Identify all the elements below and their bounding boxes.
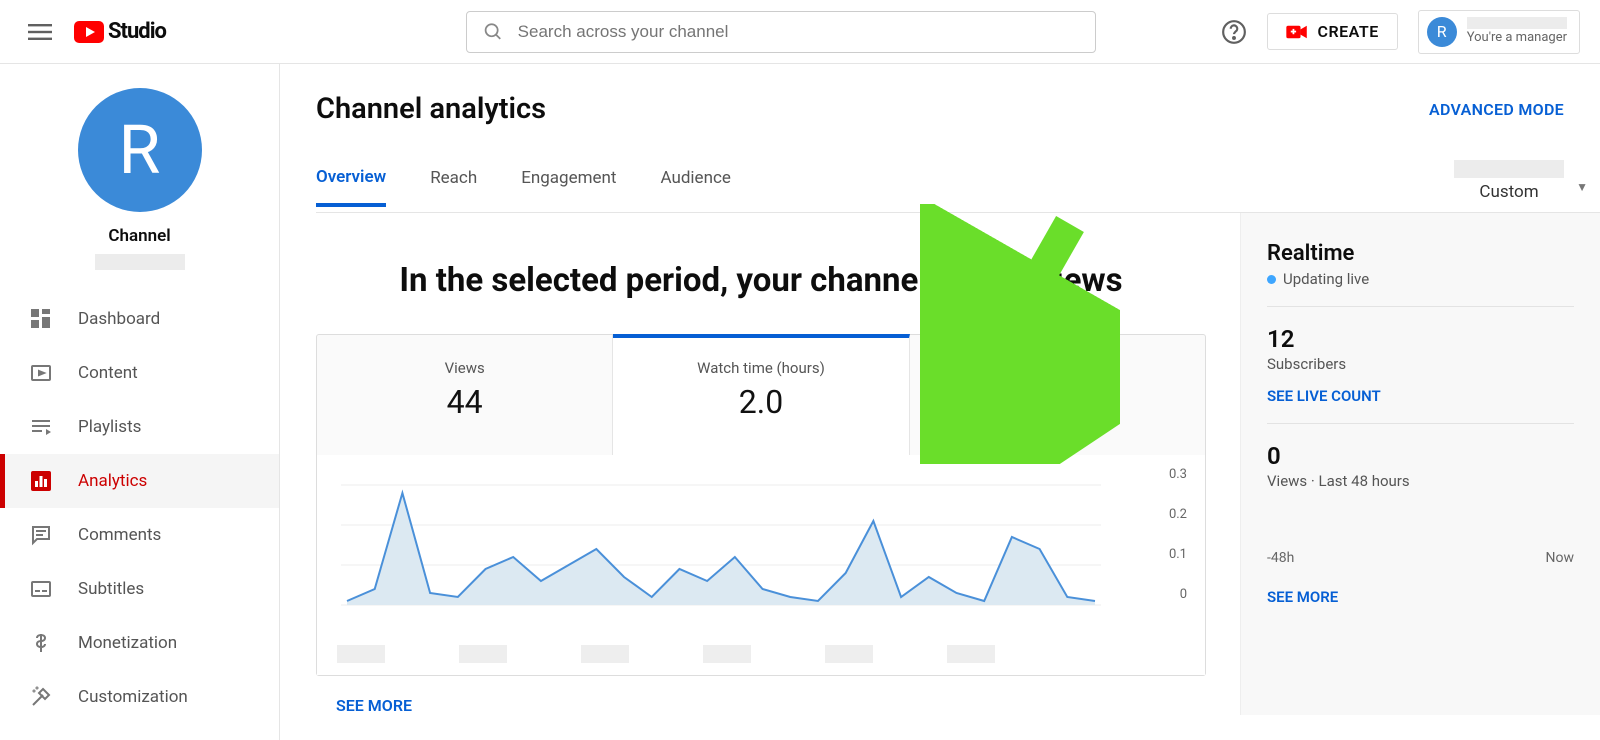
tab-audience[interactable]: Audience bbox=[660, 168, 730, 204]
metric-label: Watch time (hours) bbox=[613, 359, 908, 377]
sidebar-item-label: Analytics bbox=[78, 471, 147, 491]
youtube-icon bbox=[74, 21, 104, 43]
search-input[interactable] bbox=[518, 22, 1079, 42]
chevron-down-icon: ▼ bbox=[1576, 180, 1588, 194]
playlists-icon bbox=[28, 414, 54, 440]
sidebar-item-customization[interactable]: Customization bbox=[0, 670, 279, 724]
help-icon bbox=[1221, 19, 1247, 45]
search-icon bbox=[483, 21, 504, 43]
line-chart bbox=[341, 475, 1101, 635]
y-tick: 0.3 bbox=[1169, 467, 1187, 482]
y-tick: 0.1 bbox=[1169, 547, 1187, 562]
see-more-link[interactable]: SEE MORE bbox=[336, 696, 412, 715]
realtime-status: Updating live bbox=[1267, 270, 1574, 288]
chart-area: 0.3 0.2 0.1 0 bbox=[317, 455, 1205, 675]
subtitles-icon bbox=[28, 576, 54, 602]
studio-logo[interactable]: Studio bbox=[74, 19, 166, 44]
metric-tab-subscribers[interactable]: Subscribers +1 bbox=[910, 335, 1205, 455]
metric-value: +1 bbox=[910, 383, 1205, 421]
sidebar-item-label: Customization bbox=[78, 687, 188, 707]
sidebar-item-label: Content bbox=[78, 363, 138, 383]
sidebar-item-label: Subtitles bbox=[78, 579, 144, 599]
sidebar-item-label: Comments bbox=[78, 525, 161, 545]
create-button[interactable]: CREATE bbox=[1267, 13, 1398, 50]
metric-tab-watch-time[interactable]: Watch time (hours) 2.0 bbox=[613, 334, 909, 455]
channel-heading: Channel bbox=[0, 226, 279, 246]
headline-text: In the selected period, your channel got… bbox=[316, 261, 1206, 300]
date-range-label: Custom bbox=[1479, 182, 1538, 202]
sidebar-item-comments[interactable]: Comments bbox=[0, 508, 279, 562]
dashboard-icon bbox=[28, 306, 54, 332]
content-icon bbox=[28, 360, 54, 386]
sidebar-item-label: Dashboard bbox=[78, 309, 160, 329]
metrics-card: Views 44 Watch time (hours) 2.0 Subscrib… bbox=[316, 334, 1206, 676]
brand-text: Studio bbox=[108, 19, 166, 44]
comments-icon bbox=[28, 522, 54, 548]
user-account-box[interactable]: R You're a manager bbox=[1418, 10, 1580, 54]
metric-value: 44 bbox=[317, 383, 612, 421]
realtime-range-start: -48h bbox=[1267, 550, 1294, 566]
realtime-subscribers-count: 12 bbox=[1267, 325, 1574, 353]
sidebar-item-label: Playlists bbox=[78, 417, 141, 437]
metric-tab-views[interactable]: Views 44 bbox=[317, 335, 613, 455]
date-range-selector[interactable]: Custom ▼ bbox=[1454, 160, 1564, 212]
sidebar-item-monetization[interactable]: Monetization bbox=[0, 616, 279, 670]
realtime-title: Realtime bbox=[1267, 241, 1574, 266]
customization-icon bbox=[28, 684, 54, 710]
realtime-subscribers-label: Subscribers bbox=[1267, 355, 1574, 373]
y-tick: 0 bbox=[1180, 587, 1187, 602]
sidebar-item-subtitles[interactable]: Subtitles bbox=[0, 562, 279, 616]
channel-name-redacted bbox=[95, 254, 185, 270]
tab-reach[interactable]: Reach bbox=[430, 168, 477, 204]
realtime-views-count: 0 bbox=[1267, 442, 1574, 470]
date-range-redacted bbox=[1454, 160, 1564, 178]
channel-avatar[interactable]: R bbox=[78, 88, 202, 212]
sidebar-item-content[interactable]: Content bbox=[0, 346, 279, 400]
create-label: CREATE bbox=[1318, 22, 1379, 41]
help-button[interactable] bbox=[1221, 19, 1247, 45]
x-tick-redacted bbox=[703, 645, 751, 663]
sidebar-item-playlists[interactable]: Playlists bbox=[0, 400, 279, 454]
see-live-count-link[interactable]: SEE LIVE COUNT bbox=[1267, 387, 1381, 405]
create-icon bbox=[1286, 24, 1308, 40]
analytics-icon bbox=[28, 468, 54, 494]
sidebar-item-label: Monetization bbox=[78, 633, 177, 653]
monetization-icon bbox=[28, 630, 54, 656]
hamburger-menu[interactable] bbox=[20, 12, 60, 52]
x-tick-redacted bbox=[947, 645, 995, 663]
realtime-views-label: Views · Last 48 hours bbox=[1267, 472, 1574, 490]
page-title: Channel analytics bbox=[316, 92, 546, 126]
sidebar: R Channel Dashboard Content Playlists An… bbox=[0, 64, 280, 740]
x-tick-redacted bbox=[459, 645, 507, 663]
sidebar-item-dashboard[interactable]: Dashboard bbox=[0, 292, 279, 346]
search-box[interactable] bbox=[466, 11, 1096, 53]
x-tick-redacted bbox=[581, 645, 629, 663]
x-tick-redacted bbox=[337, 645, 385, 663]
user-status: You're a manager bbox=[1467, 31, 1567, 45]
realtime-range-end: Now bbox=[1546, 550, 1575, 566]
metric-label: Views bbox=[317, 359, 612, 377]
realtime-panel: Realtime Updating live 12 Subscribers SE… bbox=[1240, 213, 1600, 715]
sidebar-item-analytics[interactable]: Analytics bbox=[0, 454, 279, 508]
user-name-redacted bbox=[1467, 17, 1567, 29]
realtime-see-more-link[interactable]: SEE MORE bbox=[1267, 588, 1338, 606]
live-dot-icon bbox=[1267, 275, 1276, 284]
avatar: R bbox=[1427, 17, 1457, 47]
metric-value: 2.0 bbox=[613, 383, 908, 421]
metric-label: Subscribers bbox=[910, 359, 1205, 377]
tab-overview[interactable]: Overview bbox=[316, 167, 386, 207]
y-tick: 0.2 bbox=[1169, 507, 1187, 522]
x-tick-redacted bbox=[825, 645, 873, 663]
tab-engagement[interactable]: Engagement bbox=[521, 168, 616, 204]
advanced-mode-link[interactable]: ADVANCED MODE bbox=[1429, 100, 1564, 119]
